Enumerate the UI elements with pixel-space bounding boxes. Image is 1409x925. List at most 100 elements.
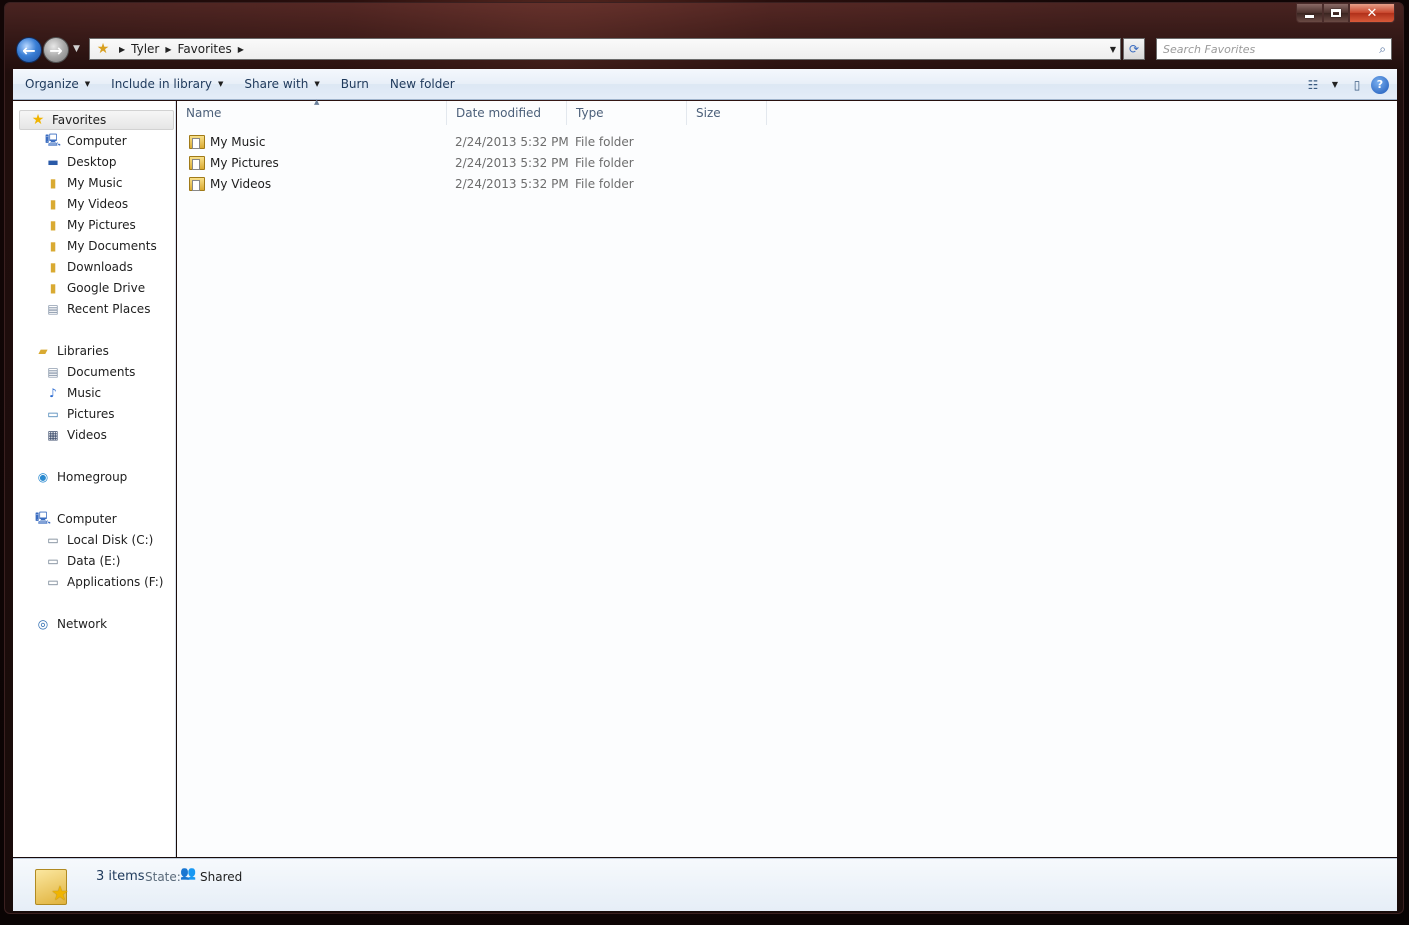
breadcrumb-separator-icon[interactable]: ▶ — [238, 45, 244, 54]
preview-pane-icon: ▯ — [1353, 77, 1361, 92]
star-icon: ★ — [31, 112, 45, 128]
new-folder-button[interactable]: New folder — [381, 73, 464, 96]
breadcrumb-separator-icon[interactable]: ▶ — [165, 45, 171, 54]
local-disk-icon: ▭ — [47, 533, 59, 547]
column-size-label: Size — [696, 106, 721, 120]
nav-item-label: Pictures — [67, 407, 115, 421]
nav-item-label: Local Disk (C:) — [67, 533, 154, 547]
google-drive-folder-icon: ▮ — [49, 281, 57, 295]
file-date: 2/24/2013 5:32 PM — [455, 156, 569, 170]
shared-users-icon: 👥 — [180, 866, 197, 881]
breadcrumb-tyler[interactable]: Tyler — [131, 42, 159, 56]
chevron-down-icon: ▼ — [218, 80, 224, 88]
file-name: My Music — [210, 135, 266, 149]
nav-fav-my-videos[interactable]: ▮ My Videos — [45, 194, 128, 214]
nav-item-label: Applications (F:) — [67, 575, 164, 589]
column-header-name[interactable]: Name ▲ — [177, 98, 447, 125]
recent-pages-button[interactable]: ▼ — [73, 44, 80, 54]
file-row[interactable]: My Videos 2/24/2013 5:32 PM File folder — [189, 174, 634, 194]
help-button[interactable]: ? — [1371, 75, 1389, 94]
caption-buttons: ✕ — [1296, 3, 1395, 23]
nav-computer[interactable]: 🖳 Computer — [35, 509, 117, 529]
include-in-library-menu[interactable]: Include in library ▼ — [102, 73, 232, 96]
videos-icon: ▦ — [47, 428, 59, 442]
nav-item-label: Google Drive — [67, 281, 146, 295]
column-date-label: Date modified — [456, 106, 542, 120]
drive-icon: ▭ — [47, 554, 59, 568]
back-button[interactable]: ← — [16, 37, 42, 63]
file-row[interactable]: My Music 2/24/2013 5:32 PM File folder — [189, 132, 634, 152]
nav-network[interactable]: ◎ Network — [35, 614, 107, 634]
address-bar[interactable]: ★ ▶ Tyler ▶ Favorites ▶ ▼ — [89, 38, 1121, 60]
file-name-cell: My Music — [189, 135, 441, 149]
organize-menu[interactable]: Organize ▼ — [16, 73, 99, 96]
nav-lib-documents[interactable]: ▤ Documents — [45, 362, 135, 382]
nav-homegroup[interactable]: ◉ Homegroup — [35, 467, 128, 487]
nav-libraries[interactable]: ▰ Libraries — [35, 341, 108, 361]
file-type: File folder — [575, 135, 634, 149]
breadcrumb-favorites[interactable]: Favorites — [178, 42, 232, 56]
search-icon[interactable]: ⌕ — [1379, 42, 1386, 57]
nav-lib-videos[interactable]: ▦ Videos — [45, 425, 107, 445]
nav-fav-desktop[interactable]: ▬ Desktop — [45, 152, 116, 172]
nav-fav-my-documents[interactable]: ▮ My Documents — [45, 236, 157, 256]
back-arrow-icon: ← — [22, 40, 36, 60]
include-in-library-label: Include in library — [111, 77, 213, 91]
file-type: File folder — [575, 177, 634, 191]
network-icon: ◎ — [37, 617, 49, 631]
column-name-label: Name — [186, 106, 222, 120]
state-label: State: — [145, 870, 181, 884]
folder-icon — [189, 177, 205, 191]
desktop-icon: ▬ — [47, 155, 59, 169]
nav-fav-google-drive[interactable]: ▮ Google Drive — [45, 278, 145, 298]
drive-icon: ▭ — [47, 575, 59, 589]
search-input[interactable]: Search Favorites ⌕ — [1156, 38, 1392, 60]
nav-drive-e[interactable]: ▭ Data (E:) — [45, 551, 120, 571]
view-options-dropdown[interactable]: ▼ — [1327, 73, 1343, 96]
nav-fav-recent-places[interactable]: ▤ Recent Places — [45, 299, 150, 319]
nav-lib-pictures[interactable]: ▭ Pictures — [45, 404, 115, 424]
nav-fav-my-pictures[interactable]: ▮ My Pictures — [45, 215, 136, 235]
breadcrumb-separator-icon[interactable]: ▶ — [119, 45, 125, 54]
chevron-down-icon: ▼ — [73, 44, 80, 54]
change-view-button[interactable]: ☷ — [1299, 73, 1327, 96]
file-name-cell: My Pictures — [189, 156, 441, 170]
column-header-type[interactable]: Type — [567, 101, 687, 125]
music-icon: ♪ — [49, 386, 57, 400]
nav-lib-music[interactable]: ♪ Music — [45, 383, 101, 403]
nav-item-label: Recent Places — [67, 302, 151, 316]
file-name-cell: My Videos — [189, 177, 441, 191]
burn-button[interactable]: Burn — [332, 73, 378, 96]
libraries-icon: ▰ — [38, 344, 48, 358]
minimize-button[interactable] — [1296, 3, 1323, 23]
nav-favorites[interactable]: ★ Favorites — [19, 110, 174, 130]
nav-drive-c[interactable]: ▭ Local Disk (C:) — [45, 530, 153, 550]
file-date: 2/24/2013 5:32 PM — [455, 177, 569, 191]
refresh-button[interactable]: ⟳ — [1123, 38, 1145, 60]
column-header-date[interactable]: Date modified — [447, 101, 567, 125]
nav-fav-downloads[interactable]: ▮ Downloads — [45, 257, 133, 277]
sort-ascending-icon: ▲ — [314, 98, 320, 106]
preview-pane-button[interactable]: ▯ — [1343, 73, 1371, 96]
address-dropdown-icon[interactable]: ▼ — [1110, 45, 1116, 54]
close-button[interactable]: ✕ — [1349, 3, 1395, 23]
nav-drive-f[interactable]: ▭ Applications (F:) — [45, 572, 164, 592]
command-bar: Organize ▼ Include in library ▼ Share with… — [13, 69, 1397, 100]
nav-item-label: My Music — [67, 176, 123, 190]
file-list: Name ▲ Date modified Type Size My Music … — [177, 98, 1397, 857]
share-with-menu[interactable]: Share with ▼ — [235, 73, 328, 96]
nav-fav-my-music[interactable]: ▮ My Music — [45, 173, 123, 193]
column-header-size[interactable]: Size — [687, 101, 767, 125]
file-row[interactable]: My Pictures 2/24/2013 5:32 PM File folde… — [189, 153, 634, 173]
nav-item-label: My Videos — [67, 197, 129, 211]
chevron-down-icon: ▼ — [1331, 80, 1339, 89]
column-type-label: Type — [576, 106, 604, 120]
burn-label: Burn — [340, 77, 369, 91]
forward-button[interactable]: → — [43, 37, 69, 63]
nav-item-label: Computer — [67, 134, 127, 148]
maximize-button[interactable] — [1323, 3, 1349, 23]
nav-fav-computer[interactable]: 🖳 Computer — [45, 131, 127, 151]
file-name: My Videos — [210, 177, 272, 191]
help-icon: ? — [1376, 78, 1384, 91]
recent-places-icon: ▤ — [47, 302, 59, 316]
